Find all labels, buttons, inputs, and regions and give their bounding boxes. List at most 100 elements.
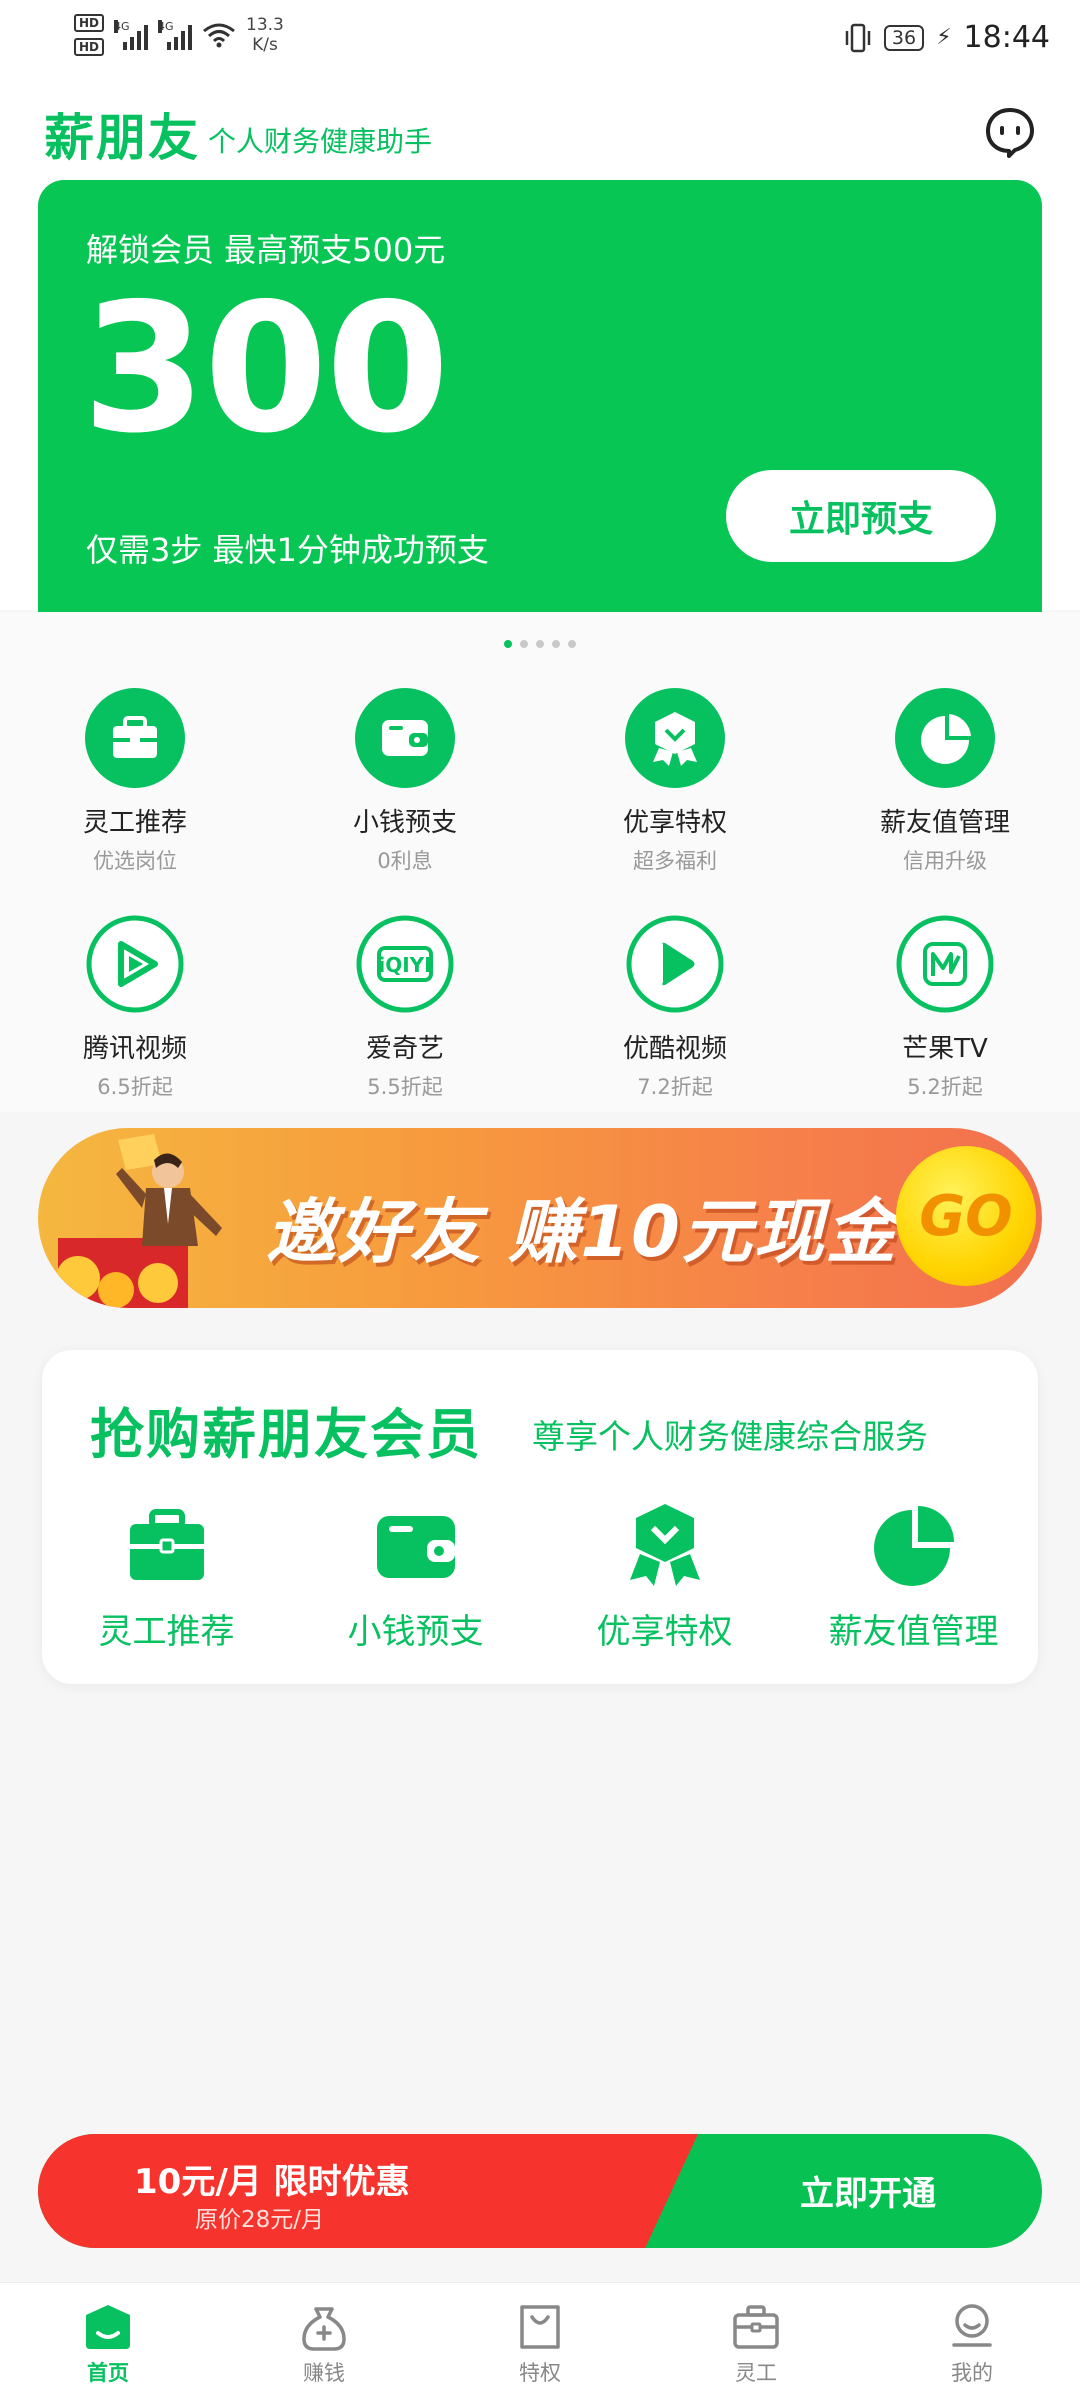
tab-label: 灵工	[735, 2361, 777, 2385]
membership-card[interactable]: 抢购薪朋友会员 尊享个人财务健康综合服务 灵工推荐 小钱预支 优享特权 薪友值管…	[42, 1350, 1038, 1684]
speed-value: 13.3	[246, 15, 284, 35]
service-subtitle: 5.2折起	[907, 1075, 983, 1099]
service-subtitle: 0利息	[377, 849, 433, 873]
benefit-flexible-work[interactable]: 灵工推荐	[42, 1500, 291, 1653]
tab-label: 我的	[951, 2361, 993, 2385]
app-header: 薪朋友 个人财务健康助手	[0, 80, 1080, 180]
service-subtitle: 7.2折起	[637, 1075, 713, 1099]
service-title: 爱奇艺	[365, 1034, 444, 1064]
service-subtitle: 6.5折起	[97, 1075, 173, 1099]
service-subtitle: 信用升级	[903, 849, 987, 873]
services-grid: 灵工推荐 优选岗位 小钱预支 0利息 优享特权 超多福利 薪友值管理 信用升级 …	[0, 672, 1080, 1124]
advance-now-button[interactable]: 立即预支	[726, 470, 996, 562]
membership-title: 抢购薪朋友会员	[90, 1403, 482, 1466]
wallet-icon	[355, 688, 455, 788]
service-item-credit-management[interactable]: 薪友值管理 信用升级	[810, 672, 1080, 898]
tab-label: 赚钱	[303, 2361, 345, 2385]
tab-label: 首页	[87, 2361, 129, 2385]
membership-benefits: 灵工推荐 小钱预支 优享特权 薪友值管理	[42, 1500, 1038, 1653]
benefit-label: 薪友值管理	[828, 1612, 999, 1652]
tab-flexible-work[interactable]: 灵工	[648, 2283, 864, 2400]
pager-dots	[0, 640, 1080, 648]
status-left: HD HD 4G 4G 13.3 K/s	[74, 14, 284, 56]
tab-home[interactable]: 首页	[0, 2283, 216, 2400]
service-subtitle: 超多福利	[633, 849, 717, 873]
tab-earn[interactable]: 赚钱	[216, 2283, 432, 2400]
service-item-flexible-work[interactable]: 灵工推荐 优选岗位	[0, 672, 270, 898]
home-icon	[86, 2305, 130, 2349]
service-title: 优享特权	[622, 808, 727, 838]
service-item-tencent-video[interactable]: 腾讯视频 6.5折起	[0, 898, 270, 1124]
profile-icon	[952, 2304, 992, 2347]
clock: 18:44	[963, 20, 1050, 55]
briefcase-icon	[733, 2305, 779, 2349]
tab-label: 特权	[519, 2361, 561, 2385]
membership-promo-bar[interactable]: 10元/月 限时优惠 原价28元/月 立即开通	[38, 2134, 1042, 2248]
pager-dot	[568, 640, 576, 648]
battery-icon: 36	[883, 24, 925, 51]
tencent-video-icon	[86, 915, 184, 1013]
service-title: 芒果TV	[902, 1034, 988, 1064]
pager-dot	[520, 640, 528, 648]
chat-bubble-icon[interactable]	[984, 106, 1036, 158]
pie-chart-icon	[873, 1506, 954, 1586]
service-item-iqiyi[interactable]: iQIYI 爱奇艺 5.5折起	[270, 898, 540, 1124]
service-subtitle: 5.5折起	[367, 1075, 443, 1099]
invite-text: 邀好友 赚10元现金	[266, 1191, 898, 1273]
bottom-tab-bar: 首页 赚钱 特权 灵工 我的	[0, 2282, 1080, 2400]
service-item-mango-tv[interactable]: 芒果TV 5.2折起	[810, 898, 1080, 1124]
shopping-bag-icon	[520, 2305, 560, 2349]
svg-text:iQIYI: iQIYI	[378, 953, 431, 977]
service-title: 灵工推荐	[82, 808, 187, 838]
briefcase-icon	[129, 1509, 204, 1580]
pie-chart-icon	[895, 688, 995, 788]
activate-now-button[interactable]: 立即开通	[800, 2166, 936, 2215]
speed-unit: K/s	[252, 35, 278, 55]
pager-dot	[552, 640, 560, 648]
benefit-label: 灵工推荐	[98, 1612, 235, 1652]
hd1-badge: HD	[74, 14, 105, 32]
hero-amount: 300	[82, 265, 450, 472]
iqiyi-icon: iQIYI	[356, 915, 454, 1013]
network-type-1: 4G	[114, 20, 130, 33]
service-title: 优酷视频	[622, 1034, 727, 1064]
service-title: 薪友值管理	[879, 808, 1010, 838]
pager-dot	[536, 640, 544, 648]
benefit-credit-management[interactable]: 薪友值管理	[789, 1500, 1038, 1653]
money-bag-icon	[302, 2307, 346, 2351]
promo-original-price: 原价28元/月	[195, 2207, 325, 2233]
invite-banner[interactable]: 邀好友 赚10元现金 GO	[38, 1128, 1042, 1308]
service-item-youku[interactable]: 优酷视频 7.2折起	[540, 898, 810, 1124]
network-type-2: 4G	[158, 20, 174, 33]
service-title: 腾讯视频	[82, 1034, 187, 1064]
briefcase-icon	[85, 688, 185, 788]
services-panel: 灵工推荐 优选岗位 小钱预支 0利息 优享特权 超多福利 薪友值管理 信用升级 …	[0, 612, 1080, 1112]
badge-icon	[625, 688, 725, 788]
charging-icon: ⚡	[936, 25, 952, 50]
service-item-privileges[interactable]: 优享特权 超多福利	[540, 672, 810, 898]
badge-icon	[629, 1504, 700, 1586]
service-item-small-advance[interactable]: 小钱预支 0利息	[270, 672, 540, 898]
youku-icon	[626, 915, 724, 1013]
go-button[interactable]: GO	[896, 1146, 1036, 1286]
benefit-small-advance[interactable]: 小钱预支	[291, 1500, 540, 1653]
status-right: 36 ⚡ 18:44	[844, 20, 1050, 55]
promo-price: 10元/月 限时优惠	[134, 2162, 410, 2202]
signal-icon-1: 4G	[114, 20, 149, 50]
wifi-icon	[203, 23, 235, 48]
benefit-label: 小钱预支	[347, 1612, 484, 1652]
signal-icon-2: 4G	[158, 20, 193, 50]
tab-privileges[interactable]: 特权	[432, 2283, 648, 2400]
status-bar: HD HD 4G 4G 13.3 K/s 36 ⚡ 18:44	[0, 0, 1080, 80]
app-slogan: 个人财务健康助手	[208, 125, 433, 158]
service-subtitle: 优选岗位	[93, 849, 177, 873]
service-title: 小钱预支	[352, 808, 457, 838]
hero-card: 解锁会员 最高预支500元 300 仅需3步 最快1分钟成功预支 立即预支	[38, 180, 1042, 612]
benefit-privileges[interactable]: 优享特权	[540, 1500, 789, 1653]
pager-dot	[504, 640, 512, 648]
tab-profile[interactable]: 我的	[864, 2283, 1080, 2400]
mango-tv-icon	[896, 915, 994, 1013]
hero-tip: 仅需3步 最快1分钟成功预支	[86, 531, 489, 569]
invite-illustration	[58, 1134, 222, 1308]
membership-subtitle: 尊享个人财务健康综合服务	[532, 1417, 928, 1456]
